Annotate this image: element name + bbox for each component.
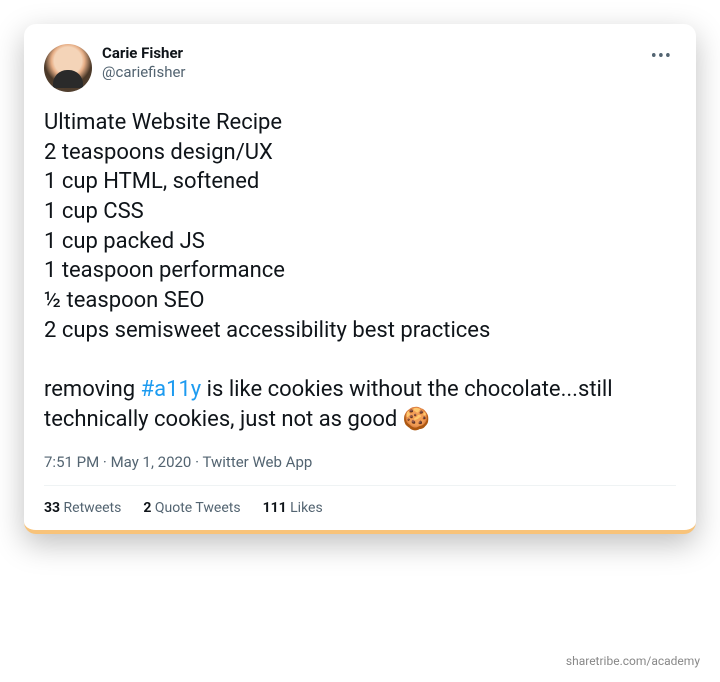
source[interactable]: Twitter Web App xyxy=(202,453,312,471)
line: 2 teaspoons design/UX xyxy=(44,140,273,165)
label: Retweets xyxy=(60,500,121,516)
label: Quote Tweets xyxy=(151,500,240,516)
closing-before: removing xyxy=(44,377,141,402)
tweet-body: Ultimate Website Recipe 2 teaspoons desi… xyxy=(44,108,676,435)
sep: · xyxy=(191,453,202,471)
cookie-emoji: 🍪 xyxy=(403,407,430,432)
date[interactable]: May 1, 2020 xyxy=(111,453,192,471)
line: 1 teaspoon performance xyxy=(44,258,285,283)
meta-line: 7:51 PM · May 1, 2020 · Twitter Web App xyxy=(44,453,676,471)
time[interactable]: 7:51 PM xyxy=(44,453,99,471)
retweets-stat[interactable]: 33 Retweets xyxy=(44,500,121,516)
attribution-link[interactable]: sharetribe.com/academy xyxy=(566,654,700,668)
stats-row: 33 Retweets 2 Quote Tweets 111 Likes xyxy=(44,500,676,516)
count: 111 xyxy=(263,500,287,516)
display-name: Carie Fisher xyxy=(102,44,186,63)
line: Ultimate Website Recipe xyxy=(44,110,282,135)
author-block[interactable]: Carie Fisher @cariefisher xyxy=(102,44,186,82)
quote-tweets-stat[interactable]: 2 Quote Tweets xyxy=(143,500,240,516)
tweet-card: Carie Fisher @cariefisher ••• Ultimate W… xyxy=(24,24,696,534)
line: 1 cup CSS xyxy=(44,199,144,224)
hashtag-link[interactable]: #a11y xyxy=(141,377,202,402)
likes-stat[interactable]: 111 Likes xyxy=(263,500,323,516)
line: 2 cups semisweet accessibility best prac… xyxy=(44,318,490,343)
count: 33 xyxy=(44,500,60,516)
tweet-header: Carie Fisher @cariefisher ••• xyxy=(44,44,676,92)
avatar[interactable] xyxy=(44,44,92,92)
sep: · xyxy=(99,453,110,471)
line: ½ teaspoon SEO xyxy=(44,288,204,313)
label: Likes xyxy=(287,500,323,516)
divider xyxy=(44,485,676,486)
handle: @cariefisher xyxy=(102,63,186,82)
more-icon[interactable]: ••• xyxy=(647,44,676,70)
line: 1 cup packed JS xyxy=(44,229,205,254)
line: 1 cup HTML, softened xyxy=(44,169,259,194)
